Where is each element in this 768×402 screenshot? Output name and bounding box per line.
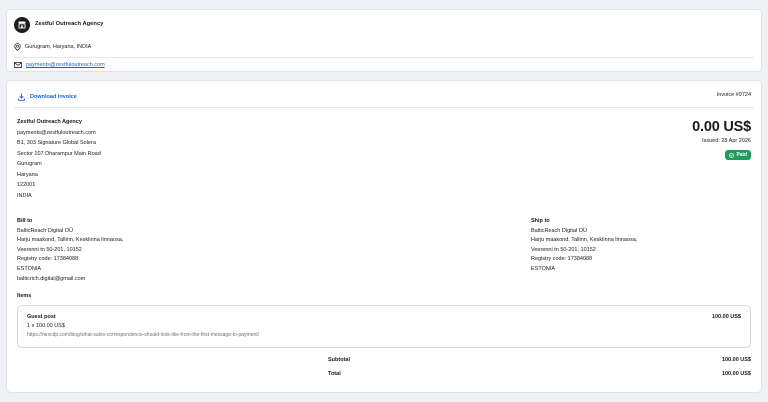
item-url: https://nexcdp.com/blog/what-sales-corre… [27, 332, 260, 338]
total-label: Total [328, 371, 341, 377]
invoice-card: Download invoice Invoice #9724 Zestful O… [6, 80, 762, 393]
bill-to-line: Harju maakond, Tallinn, Kesklinna linnao… [17, 237, 124, 244]
storefront-icon [14, 17, 30, 33]
location-text: Gurugram, Haryana, INDIA [25, 44, 92, 50]
issued-date: Issued: 28 Apr 2026 [702, 138, 751, 144]
items-heading: Items [17, 293, 32, 299]
ship-to-heading: Ship to [531, 218, 550, 224]
email-link[interactable]: payments@zestfuloutreach.com [26, 62, 105, 68]
bill-to-heading: Bill to [17, 218, 33, 224]
status-badge: Paid [725, 150, 751, 160]
agency-card: Zestful Outreach Agency Gurugram, Haryan… [6, 9, 762, 72]
download-invoice-label: Download invoice [30, 94, 77, 100]
bill-to-line: balticrich.digital@gmail.com [17, 275, 86, 282]
item-name: Guest post [27, 314, 56, 320]
from-name: Zestful Outreach Agency [17, 119, 82, 125]
from-line: payments@zestfuloutreach.com [17, 129, 96, 136]
from-line: INDIA [17, 192, 32, 199]
from-line: B1, 303 Signature Global Solera [17, 140, 96, 146]
bill-to-line: ESTONIA [17, 265, 42, 272]
subtotal-label: Subtotal [328, 357, 350, 363]
divider [14, 57, 754, 58]
invoice-number: Invoice #9724 [716, 92, 751, 98]
ship-to-line: Veerenni tn 50-201, 10152 [531, 246, 596, 253]
agency-name: Zestful Outreach Agency [35, 21, 104, 27]
invoice-amount: 0.00 US$ [692, 119, 751, 135]
check-circle-icon [729, 152, 735, 158]
ship-to-line: Registry code: 17384088 [531, 256, 593, 263]
agency-email: payments@zestfuloutreach.com [14, 62, 105, 68]
from-line: Sector 107 Dharampur Main Road [17, 150, 101, 157]
from-line: Gurugram [17, 161, 42, 167]
envelope-icon [14, 62, 22, 68]
bill-to-line: BalticReach Digital OÜ [17, 227, 73, 234]
from-line: Haryana [17, 171, 38, 178]
subtotal-value: 100.00 US$ [721, 357, 751, 363]
agency-location: Gurugram, Haryana, INDIA [14, 43, 91, 51]
bill-to-line: Registry code: 17384088 [17, 256, 79, 263]
item-total: 100.00 US$ [711, 314, 741, 320]
download-icon [18, 93, 25, 101]
total-value: 100.00 US$ [721, 371, 751, 377]
from-address: Zestful Outreach Agency payments@zestful… [17, 117, 101, 201]
ship-to-line: Harju maakond, Tallinn, Kesklinna linnao… [531, 237, 638, 244]
download-invoice-button[interactable]: Download invoice [18, 93, 77, 101]
from-line: 122001 [17, 182, 36, 188]
ship-to: Ship to BalticReach Digital OÜ Harju maa… [531, 217, 637, 275]
bill-to: Bill to BalticReach Digital OÜ Harju maa… [17, 217, 123, 284]
ship-to-line: ESTONIA [531, 265, 556, 272]
list-item: Guest post 100.00 US$ 1 x 100.00 US$ htt… [17, 305, 751, 348]
item-quantity: 1 x 100.00 US$ [27, 323, 65, 329]
map-pin-icon [14, 43, 21, 51]
ship-to-line: BalticReach Digital OÜ [531, 227, 587, 234]
status-label: Paid [736, 152, 747, 158]
bill-to-line: Veerenni tn 50-201, 10152 [17, 246, 82, 253]
divider [14, 107, 754, 108]
